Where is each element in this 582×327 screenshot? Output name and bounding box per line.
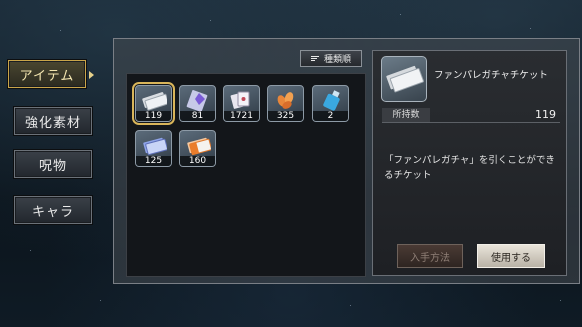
gacha-ticket-icon [142, 92, 167, 111]
item-slot[interactable]: 1721 [223, 85, 260, 122]
detail-item-name: ファンパレガチャチケット [434, 70, 548, 81]
item-slot[interactable]: 160 [179, 130, 216, 167]
blue-bottle-icon [323, 90, 340, 111]
orange-ticket-icon [187, 137, 211, 156]
owned-count-label: 所持数 [382, 108, 430, 122]
gacha-ticket-icon [386, 65, 424, 93]
sort-button[interactable]: 種類順 [300, 50, 362, 67]
blue-ticket-icon [143, 137, 167, 156]
item-slot[interactable]: 2 [312, 85, 349, 122]
item-quantity: 160 [180, 156, 215, 166]
item-quantity: 125 [136, 156, 171, 166]
active-tab-arrow-icon [89, 71, 94, 79]
crystal-card-icon [186, 90, 208, 111]
item-quantity: 1721 [224, 111, 259, 121]
tab-items[interactable]: アイテム [8, 60, 86, 88]
tab-items-label: アイテム [19, 68, 75, 84]
divider [382, 122, 560, 123]
use-button-label: 使用する [491, 252, 531, 264]
item-description: 「ファンパレガチャ」を引くことができるチケット [384, 155, 555, 181]
item-slot[interactable]: 81 [179, 85, 216, 122]
orange-petals-icon [277, 92, 294, 109]
item-slot[interactable]: 325 [267, 85, 304, 122]
tab-cursed-objects[interactable]: 呪物 [14, 150, 92, 178]
item-quantity: 81 [180, 111, 215, 121]
owned-count-value: 119 [535, 108, 556, 121]
sort-icon [310, 56, 319, 61]
tab-characters-label: キャラ [31, 204, 74, 220]
tab-enhancement-materials[interactable]: 強化素材 [14, 107, 92, 135]
item-quantity: 2 [313, 111, 348, 121]
item-quantity: 325 [268, 111, 303, 121]
tab-characters[interactable]: キャラ [14, 196, 92, 224]
tab-enhancement-materials-label: 強化素材 [24, 115, 81, 131]
cards-icon [230, 91, 250, 109]
sort-label: 種類順 [323, 55, 351, 65]
how-to-acquire-button[interactable]: 入手方法 [397, 244, 463, 268]
item-quantity: 119 [136, 111, 171, 121]
detail-item-image [381, 56, 427, 102]
tab-cursed-objects-label: 呪物 [38, 158, 67, 174]
item-slot[interactable]: 125 [135, 130, 172, 167]
item-slot[interactable]: 119 [132, 82, 175, 125]
how-to-acquire-label: 入手方法 [410, 252, 450, 264]
use-button[interactable]: 使用する [477, 244, 545, 268]
